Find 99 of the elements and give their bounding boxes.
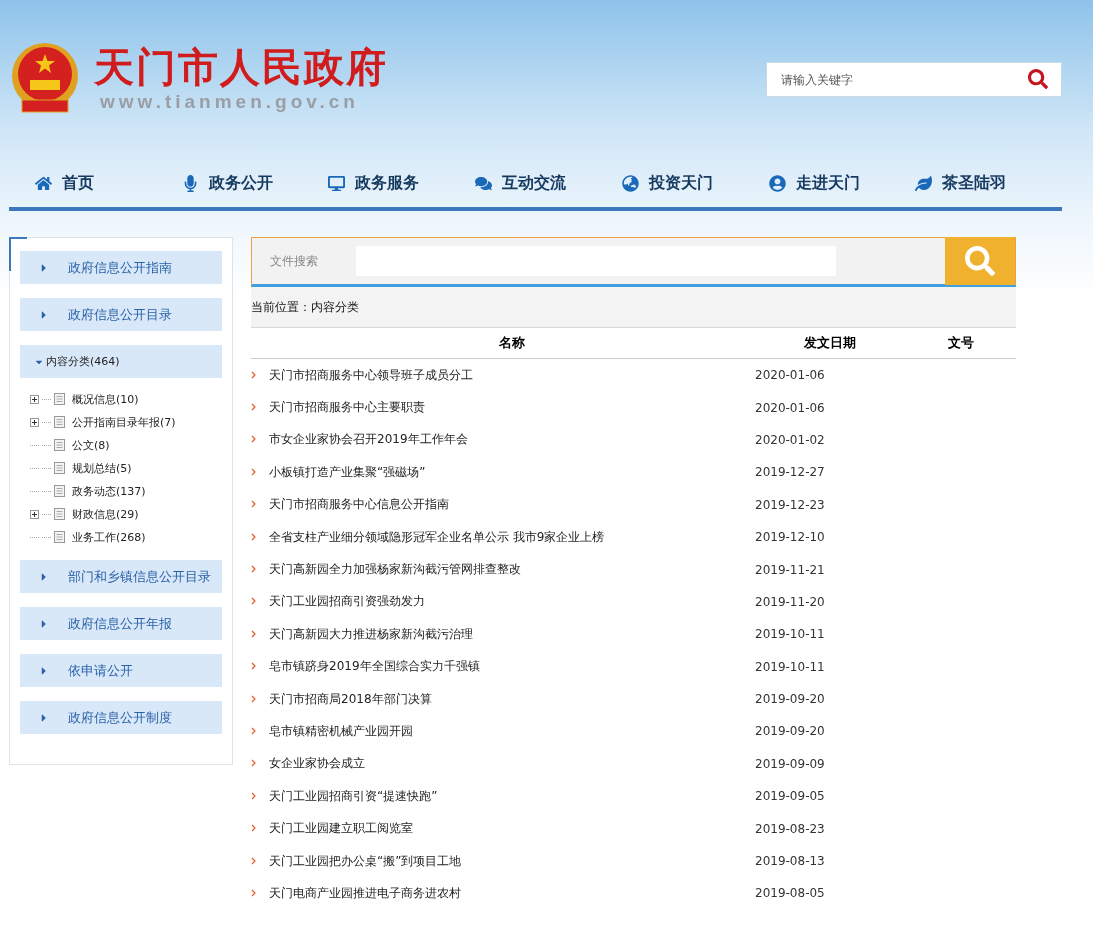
date-cell-text: 2019-09-20: [755, 724, 826, 739]
nav-link[interactable]: 政务公开: [181, 173, 329, 194]
chevron-icon: [251, 824, 256, 833]
date-cell-text: 2019-09-20: [755, 692, 826, 707]
chevron-icon: [251, 532, 256, 541]
nav-link[interactable]: 投资天门: [621, 173, 769, 194]
date-cell-text: 2020-01-02: [755, 432, 826, 447]
chevron-icon: [251, 629, 256, 638]
column-header: 名称: [498, 334, 526, 352]
tree-item[interactable]: 政务动态(137): [72, 483, 146, 499]
column-header: 文号: [946, 334, 975, 352]
document-icon: [54, 485, 65, 497]
nav-link[interactable]: 首页: [35, 173, 182, 194]
date-cell-text: 2019-08-05: [755, 886, 826, 901]
chevron-icon: [251, 500, 256, 509]
emblem-icon: [10, 40, 80, 116]
search-icon[interactable]: [1028, 69, 1048, 89]
tree-item[interactable]: 公开指南目录年报(7): [72, 414, 176, 430]
document-link[interactable]: 天门高新园全力加强杨家新沟截污管网排查整改: [269, 561, 521, 579]
tree-item[interactable]: 概况信息(10): [72, 391, 139, 407]
date-cell-text: 2020-01-06: [755, 368, 826, 383]
document-link[interactable]: 天门市招商服务中心领导班子成员分工: [269, 366, 473, 384]
chevron-icon: [251, 759, 256, 768]
date-cell-text: 2019-12-10: [755, 530, 826, 545]
search-field[interactable]: 请输入关键字: [766, 62, 1062, 97]
chevron-icon: [251, 727, 256, 735]
date-cell-text: 2019-12-27: [755, 465, 826, 480]
chevron-icon: [251, 467, 256, 476]
date-cell-text: 2019-10-11: [755, 659, 826, 674]
chevron-icon: [251, 565, 256, 574]
document-icon: [54, 416, 65, 428]
date-cell-text: 2019-08-23: [755, 821, 826, 836]
site-url: www.tianmen.gov.cn: [100, 91, 360, 113]
document-link[interactable]: 天门电商产业园推进电子商务进农村: [269, 884, 461, 902]
sidebar-link[interactable]: 依申请公开: [20, 654, 222, 687]
document-link[interactable]: 小板镇打造产业集聚“强磁场”: [269, 463, 426, 481]
tree-item[interactable]: 规划总结(5): [72, 460, 132, 476]
chevron-icon: [251, 791, 256, 800]
document-icon: [54, 393, 65, 405]
document-link[interactable]: 天门工业园招商引资强劲发力: [269, 593, 425, 611]
date-cell-text: 2019-11-20: [755, 594, 826, 609]
chevron-icon: [251, 856, 256, 865]
chevron-icon: [251, 403, 256, 412]
tree-item[interactable]: 公文(8): [72, 437, 110, 453]
nav-link[interactable]: 走进天门: [768, 173, 916, 194]
nav-link[interactable]: 互动交流: [475, 173, 622, 194]
document-link[interactable]: 天门工业园招商引资“提速快跑”: [269, 787, 438, 805]
sidebar-link[interactable]: 政府信息公开目录: [20, 298, 222, 331]
date-cell-text: 2019-12-23: [755, 497, 826, 512]
document-link[interactable]: 全省支柱产业细分领域隐形冠军企业名单公示 我市9家企业上榜: [269, 528, 605, 546]
document-link[interactable]: 天门高新园大力推进杨家新沟截污治理: [269, 625, 473, 643]
document-link[interactable]: 天门市招商服务中心主要职责: [269, 399, 425, 417]
chevron-icon: [251, 662, 256, 671]
document-link[interactable]: 天门市招商局2018年部门决算: [269, 690, 432, 708]
chevron-icon: [251, 694, 256, 703]
sidebar-link[interactable]: 政府信息公开指南: [20, 251, 222, 284]
search-icon: [965, 246, 995, 276]
chevron-icon: [251, 435, 256, 444]
file-search-label: 文件搜索: [270, 252, 319, 270]
nav-icon: [915, 175, 933, 192]
sidebar-group[interactable]: 内容分类(464): [20, 345, 222, 378]
sidebar-link[interactable]: 政府信息公开年报: [20, 607, 222, 640]
document-link[interactable]: 天门工业园把办公桌“搬”到项目工地: [269, 852, 462, 870]
nav-link[interactable]: 政务服务: [328, 173, 476, 194]
nav-icon: [768, 175, 786, 192]
document-link[interactable]: 女企业家协会成立: [269, 755, 365, 773]
date-cell-text: 2019-09-09: [755, 756, 826, 771]
date-cell-text: 2020-01-06: [755, 400, 826, 415]
document-icon: [54, 462, 65, 474]
date-cell-text: 2019-09-05: [755, 789, 826, 804]
date-cell-text: 2019-08-13: [755, 854, 826, 869]
document-link[interactable]: 皂市镇精密机械产业园开园: [269, 723, 413, 740]
nav-icon: [475, 175, 493, 192]
tree-item[interactable]: 财政信息(29): [72, 506, 139, 522]
document-link[interactable]: 市女企业家协会召开2019年工作年会: [269, 431, 468, 449]
nav-icon: [328, 175, 346, 192]
sidebar-link[interactable]: 部门和乡镇信息公开目录: [20, 560, 222, 593]
document-link[interactable]: 皂市镇跻身2019年全国综合实力千强镇: [269, 658, 480, 676]
nav-icon: [621, 175, 639, 192]
tree-item[interactable]: 业务工作(268): [72, 529, 146, 545]
document-icon: [54, 531, 65, 543]
nav-icon: [35, 175, 52, 192]
sidebar-link[interactable]: 政府信息公开制度: [20, 701, 222, 734]
expand-icon[interactable]: [30, 394, 39, 404]
column-header: 发文日期: [803, 334, 857, 352]
breadcrumb: 当前位置：内容分类: [251, 287, 1016, 328]
document-link[interactable]: 天门市招商服务中心信息公开指南: [269, 496, 449, 514]
expand-icon[interactable]: [30, 509, 39, 519]
document-icon: [54, 508, 65, 520]
chevron-icon: [251, 597, 256, 606]
date-cell-text: 2019-11-21: [755, 562, 826, 577]
site-title: 天门市人民政府: [94, 43, 388, 91]
date-cell-text: 2019-10-11: [755, 627, 826, 642]
expand-icon[interactable]: [30, 417, 39, 427]
document-link[interactable]: 天门工业园建立职工阅览室: [269, 820, 413, 838]
chevron-icon: [251, 888, 256, 897]
document-icon: [54, 439, 65, 451]
nav-link[interactable]: 茶圣陆羽: [915, 173, 1063, 194]
chevron-icon: [251, 370, 256, 379]
